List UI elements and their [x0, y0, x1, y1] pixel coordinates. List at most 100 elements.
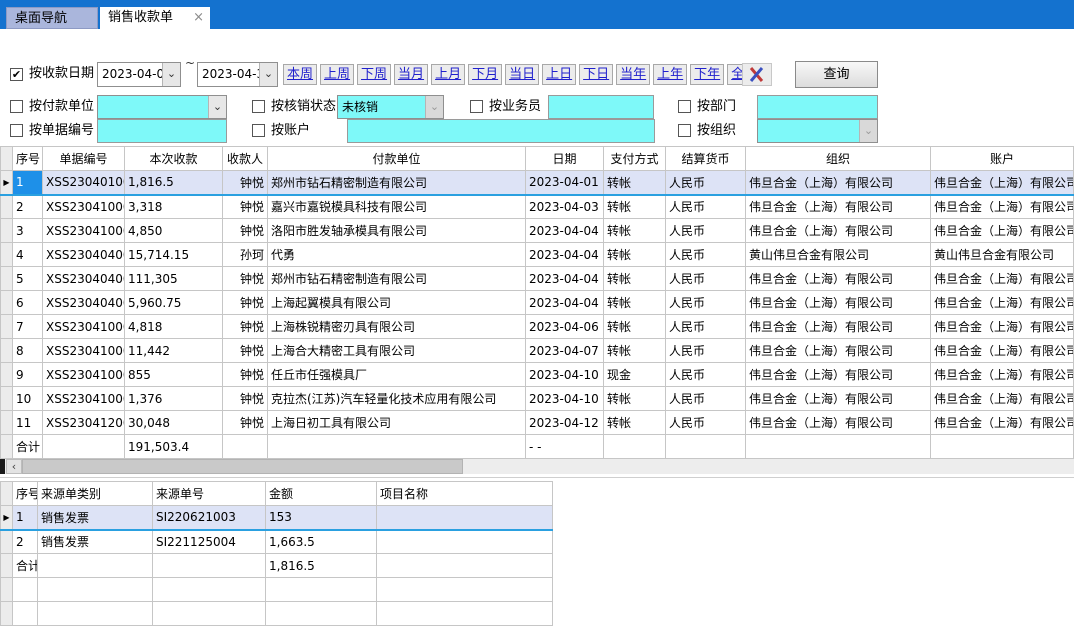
range-button[interactable]: 下周 [357, 64, 391, 85]
cell: 任丘市任强模具厂 [268, 363, 526, 387]
column-header[interactable]: 账户 [931, 147, 1074, 171]
column-header[interactable]: 日期 [526, 147, 604, 171]
scroll-left-button[interactable]: ‹ [6, 459, 22, 474]
cell: 人民币 [666, 315, 746, 339]
verify-status-select[interactable]: 未核销 ⌄ [337, 95, 444, 119]
cell: 6 [13, 291, 43, 315]
chevron-down-icon[interactable]: ⌄ [259, 63, 277, 86]
column-header[interactable]: 序号 [13, 147, 43, 171]
account-label: 按账户 [271, 119, 310, 143]
cell: 1 [13, 171, 43, 195]
column-header[interactable]: 付款单位 [268, 147, 526, 171]
column-header[interactable]: 收款人 [223, 147, 268, 171]
date-from-select[interactable]: 2023-04-01 ⌄ [97, 62, 181, 87]
checkbox-doc-no[interactable] [10, 124, 23, 137]
range-button[interactable]: 下日 [579, 64, 613, 85]
table-row[interactable]: 2XSS2304100013,318钟悦嘉兴市嘉锐模具科技有限公司2023-04… [1, 195, 1074, 219]
column-header[interactable]: 来源单类别 [38, 482, 153, 506]
account-input[interactable] [347, 119, 655, 143]
cell: 上海株锐精密刃具有限公司 [268, 315, 526, 339]
cell: XSS230404001 [43, 243, 125, 267]
column-header[interactable]: 结算货币 [666, 147, 746, 171]
checkbox-department[interactable] [678, 100, 691, 113]
checkbox-org[interactable] [678, 124, 691, 137]
cell [377, 602, 553, 626]
column-header[interactable]: 项目名称 [377, 482, 553, 506]
table-row[interactable]: 11XSS23041200130,048钟悦上海日初工具有限公司2023-04-… [1, 411, 1074, 435]
range-button[interactable]: 当月 [394, 64, 428, 85]
cell: 4 [13, 243, 43, 267]
range-button[interactable]: 本周 [283, 64, 317, 85]
receipt-date-label: 按收款日期 [29, 62, 94, 86]
table-row[interactable]: 3XSS2304100024,850钟悦洛阳市胜发轴承模具有限公司2023-04… [1, 219, 1074, 243]
column-header[interactable]: 组织 [746, 147, 931, 171]
column-header[interactable]: 序号 [13, 482, 38, 506]
range-button[interactable]: 下年 [690, 64, 724, 85]
cell: 5,960.75 [125, 291, 223, 315]
column-header[interactable]: 金额 [266, 482, 377, 506]
checkbox-receipt-date[interactable]: ✔ [10, 68, 23, 81]
column-header[interactable]: 单据编号 [43, 147, 125, 171]
date-range-separator: ~ [185, 56, 195, 70]
row-marker: ▶ [1, 506, 13, 530]
table-row[interactable]: 6XSS2304040045,960.75钟悦上海起翼模具有限公司2023-04… [1, 291, 1074, 315]
cell: 转帐 [604, 243, 666, 267]
range-button[interactable]: 当日 [505, 64, 539, 85]
department-input[interactable] [757, 95, 878, 119]
cell: XSS230410003 [43, 339, 125, 363]
cell: 伟旦合金（上海）有限公司 [931, 219, 1074, 243]
cell: SI221125004 [153, 530, 266, 554]
table-row[interactable]: 10XSS2304100061,376钟悦克拉杰(江苏)汽车轻量化技术应用有限公… [1, 387, 1074, 411]
chevron-down-icon[interactable]: ⌄ [208, 96, 226, 118]
receipts-table: 序号 单据编号 本次收款 收款人 付款单位 日期 支付方式 结算货币 组织 账户… [0, 146, 1074, 459]
column-header[interactable]: 来源单号 [153, 482, 266, 506]
table-row[interactable]: ▶1XSS2304010011,816.5钟悦郑州市钻石精密制造有限公司2023… [1, 171, 1074, 195]
org-select[interactable]: ⌄ [757, 119, 878, 143]
scroll-thumb[interactable] [22, 459, 463, 474]
cell: 钟悦 [223, 315, 268, 339]
range-button[interactable]: 上年 [653, 64, 687, 85]
range-button[interactable]: 上月 [431, 64, 465, 85]
range-button[interactable]: 上周 [320, 64, 354, 85]
doc-no-input[interactable] [97, 119, 227, 143]
cell: 人民币 [666, 339, 746, 363]
tab-desktop-nav[interactable]: 桌面导航 [6, 7, 98, 29]
date-to-value: 2023-04-30 [198, 63, 259, 86]
range-button[interactable]: 当年 [616, 64, 650, 85]
table-row[interactable]: 4XSS23040400115,714.15孙珂代勇2023-04-04转帐人民… [1, 243, 1074, 267]
table-row[interactable]: 8XSS23041000311,442钟悦上海合大精密工具有限公司2023-04… [1, 339, 1074, 363]
customize-filter-button[interactable] [742, 63, 772, 86]
cell [153, 554, 266, 578]
column-header[interactable]: 支付方式 [604, 147, 666, 171]
close-icon[interactable]: × [193, 7, 204, 29]
table-row[interactable]: 5XSS230404003111,305钟悦郑州市钻石精密制造有限公司2023-… [1, 267, 1074, 291]
checkbox-verify-status[interactable] [252, 100, 265, 113]
crossed-tools-icon [747, 66, 767, 84]
chevron-down-icon[interactable]: ⌄ [162, 63, 180, 86]
column-header[interactable]: 本次收款 [125, 147, 223, 171]
date-to-select[interactable]: 2023-04-30 ⌄ [197, 62, 278, 87]
payer-select[interactable]: ⌄ [97, 95, 227, 119]
range-button[interactable]: 下月 [468, 64, 502, 85]
payer-value [98, 96, 208, 118]
table-row[interactable]: ▶1销售发票SI220621003153 [1, 506, 553, 530]
table-row[interactable]: 7XSS2304100044,818钟悦上海株锐精密刃具有限公司2023-04-… [1, 315, 1074, 339]
table-row[interactable]: 9XSS230410005855钟悦任丘市任强模具厂2023-04-10现金人民… [1, 363, 1074, 387]
cell [38, 578, 153, 602]
h-scrollbar[interactable]: ‹ [0, 459, 1074, 474]
table-row[interactable]: 2销售发票SI2211250041,663.5 [1, 530, 553, 554]
tab-sales-receipt[interactable]: 销售收款单 × [100, 7, 210, 29]
total-row: 合计 191,503.4 - - [1, 435, 1074, 459]
cell: XSS230410001 [43, 195, 125, 219]
cell: 2023-04-03 [526, 195, 604, 219]
cell: XSS230410004 [43, 315, 125, 339]
org-value [758, 120, 859, 142]
cell: 孙珂 [223, 243, 268, 267]
checkbox-payer[interactable] [10, 100, 23, 113]
range-button[interactable]: 上日 [542, 64, 576, 85]
cell: 1,816.5 [125, 171, 223, 195]
checkbox-salesman[interactable] [470, 100, 483, 113]
salesman-input[interactable] [548, 95, 654, 119]
checkbox-account[interactable] [252, 124, 265, 137]
query-button[interactable]: 查询 [795, 61, 878, 88]
